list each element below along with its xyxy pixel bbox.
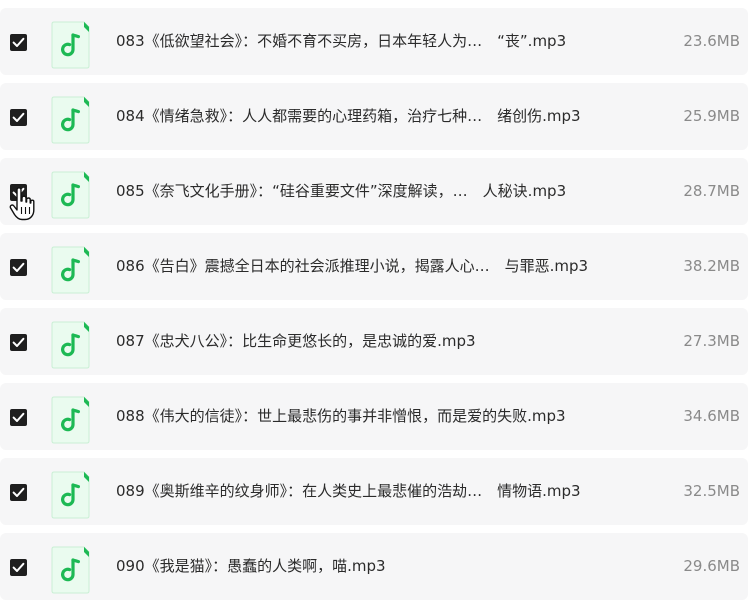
file-checkbox[interactable] [10, 259, 27, 276]
file-size: 29.6MB [683, 557, 740, 575]
file-size: 23.6MB [683, 32, 740, 50]
file-size: 28.7MB [683, 182, 740, 200]
file-row[interactable]: 086《告白》震撼全日本的社会派推理小说，揭露人心… 与罪恶.mp3 38.2MB [0, 233, 748, 300]
check-icon [12, 262, 25, 272]
file-checkbox[interactable] [10, 559, 27, 576]
file-name[interactable]: 083《低欲望社会》：不婚不育不买房，日本年轻人为… “丧”.mp3 [116, 8, 646, 75]
music-note-icon [51, 471, 90, 519]
file-list: 083《低欲望社会》：不婚不育不买房，日本年轻人为… “丧”.mp3 23.6MB… [0, 0, 748, 607]
file-size: 34.6MB [683, 407, 740, 425]
file-name[interactable]: 089《奥斯维辛的纹身师》：在人类史上最悲催的浩劫… 情物语.mp3 [116, 458, 646, 525]
music-note-icon [51, 21, 90, 69]
file-row[interactable]: 089《奥斯维辛的纹身师》：在人类史上最悲催的浩劫… 情物语.mp3 32.5MB [0, 458, 748, 525]
music-note-icon [51, 396, 90, 444]
check-icon [12, 412, 25, 422]
file-row[interactable]: 083《低欲望社会》：不婚不育不买房，日本年轻人为… “丧”.mp3 23.6MB [0, 8, 748, 75]
file-name[interactable]: 084《情绪急救》：人人都需要的心理药箱，治疗七种… 绪创伤.mp3 [116, 83, 646, 150]
file-row[interactable]: 084《情绪急救》：人人都需要的心理药箱，治疗七种… 绪创伤.mp3 25.9MB [0, 83, 748, 150]
check-icon [12, 112, 25, 122]
file-size: 32.5MB [683, 482, 740, 500]
file-name[interactable]: 086《告白》震撼全日本的社会派推理小说，揭露人心… 与罪恶.mp3 [116, 233, 646, 300]
file-size: 25.9MB [683, 107, 740, 125]
file-name[interactable]: 088《伟大的信徒》：世上最悲伤的事并非憎恨，而是爱的失败.mp3 [116, 383, 646, 450]
file-name[interactable]: 087《忠犬八公》：比生命更悠长的，是忠诚的爱.mp3 [116, 308, 646, 375]
file-size: 38.2MB [683, 257, 740, 275]
file-name[interactable]: 090《我是猫》：愚蠢的人类啊，喵.mp3 [116, 533, 646, 600]
file-checkbox[interactable] [10, 184, 27, 201]
music-note-icon [51, 96, 90, 144]
file-checkbox[interactable] [10, 334, 27, 351]
music-note-icon [51, 171, 90, 219]
file-size: 27.3MB [683, 332, 740, 350]
file-checkbox[interactable] [10, 34, 27, 51]
check-icon [12, 37, 25, 47]
file-row[interactable]: 087《忠犬八公》：比生命更悠长的，是忠诚的爱.mp3 27.3MB [0, 308, 748, 375]
check-icon [12, 487, 25, 497]
music-note-icon [51, 546, 90, 594]
music-note-icon [51, 321, 90, 369]
music-note-icon [51, 246, 90, 294]
check-icon [12, 337, 25, 347]
check-icon [12, 562, 25, 572]
file-row[interactable]: 088《伟大的信徒》：世上最悲伤的事并非憎恨，而是爱的失败.mp3 34.6MB [0, 383, 748, 450]
file-row[interactable]: 085《奈飞文化手册》：“硅谷重要文件”深度解读，… 人秘诀.mp3 28.7MB [0, 158, 748, 225]
file-name[interactable]: 085《奈飞文化手册》：“硅谷重要文件”深度解读，… 人秘诀.mp3 [116, 158, 646, 225]
file-checkbox[interactable] [10, 484, 27, 501]
check-icon [12, 187, 25, 197]
file-row[interactable]: 090《我是猫》：愚蠢的人类啊，喵.mp3 29.6MB [0, 533, 748, 600]
file-checkbox[interactable] [10, 409, 27, 426]
file-checkbox[interactable] [10, 109, 27, 126]
